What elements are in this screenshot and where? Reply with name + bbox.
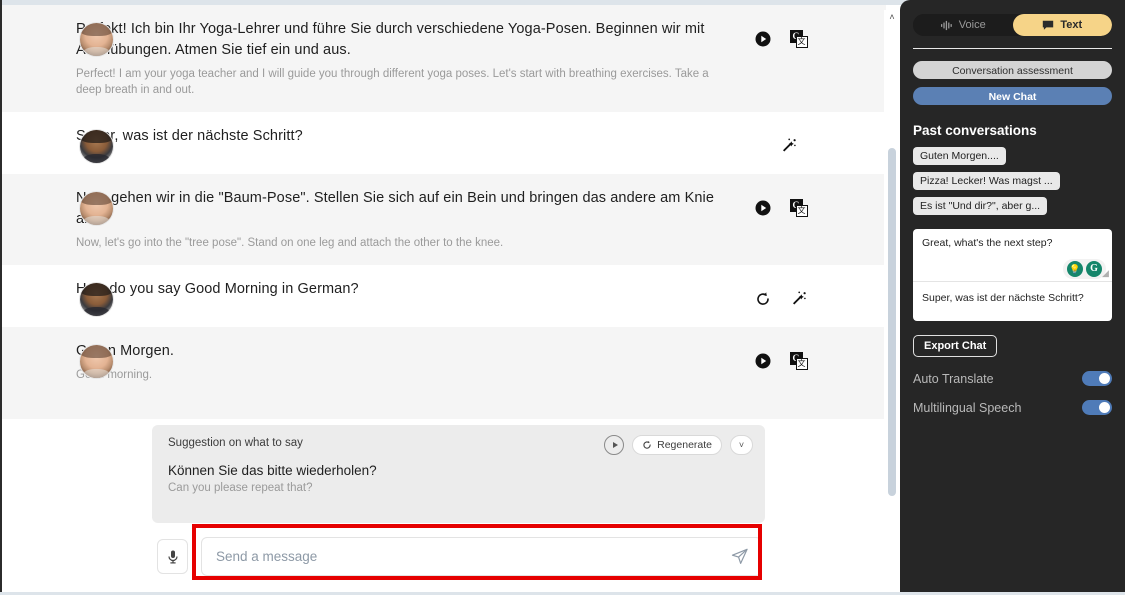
magic-wand-icon[interactable] [789, 289, 808, 308]
message-translation-text: Perfect! I am your yoga teacher and I wi… [76, 68, 709, 96]
send-icon[interactable] [730, 547, 749, 571]
list-item[interactable]: Pizza! Lecker! Was magst ... [913, 172, 1060, 190]
magic-wand-icon[interactable] [779, 136, 798, 155]
suggestion-primary-text: Können Sie das bitte wiederholen? [168, 463, 377, 478]
message-actions: G文 [753, 198, 808, 217]
tab-text[interactable]: Text [1012, 14, 1112, 36]
auto-translate-label: Auto Translate [913, 371, 994, 386]
multilingual-speech-row: Multilingual Speech [913, 400, 1112, 415]
conversation-assessment-button[interactable]: Conversation assessment [913, 61, 1112, 79]
message-input[interactable]: Send a message [201, 537, 762, 576]
sidebar-text-input-box: Great, what's the next step? 💡 G ◢ Super… [913, 229, 1112, 321]
assistant-avatar [80, 345, 113, 378]
resize-handle[interactable]: ◢ [1102, 269, 1110, 278]
play-icon[interactable] [753, 198, 772, 217]
message-composer: Send a message [157, 536, 762, 577]
tab-text-label: Text [1060, 19, 1083, 31]
suggestion-card: Suggestion on what to say Können Sie das… [152, 425, 765, 523]
sidebar-divider [913, 48, 1112, 49]
play-circle-icon[interactable] [604, 435, 625, 455]
sidebar-text-input[interactable]: Great, what's the next step? 💡 G ◢ [913, 229, 1112, 282]
microphone-icon[interactable] [157, 539, 188, 574]
assistant-avatar [80, 192, 113, 225]
past-conversations-list: Guten Morgen.... Pizza! Lecker! Was mags… [913, 146, 1112, 221]
new-chat-button[interactable]: New Chat [913, 87, 1112, 105]
auto-translate-toggle[interactable] [1082, 371, 1112, 386]
message-row: How do you say Good Morning in German? [2, 265, 886, 327]
message-row: Guten Morgen. Good morning. G文 [2, 327, 886, 419]
message-actions: G文 [753, 351, 808, 370]
app-window: Perfekt! Ich bin Ihr Yoga-Lehrer und füh… [0, 0, 1125, 595]
message-input-placeholder[interactable]: Send a message [216, 549, 317, 564]
translate-icon[interactable]: G文 [789, 29, 808, 48]
assistant-avatar [80, 23, 113, 56]
waveform-icon [940, 20, 953, 31]
translate-icon[interactable]: G文 [789, 351, 808, 370]
scroll-up-arrow-icon[interactable]: ˄ [887, 12, 897, 22]
chat-transcript: Perfekt! Ich bin Ihr Yoga-Lehrer und füh… [2, 5, 900, 590]
settings-sidebar: Voice Text Conversation assessment New C… [900, 0, 1125, 595]
message-list: Perfekt! Ich bin Ihr Yoga-Lehrer und füh… [2, 5, 886, 419]
suggestion-controls: Regenerate ˅ [604, 435, 753, 455]
auto-translate-row: Auto Translate [913, 371, 1112, 386]
list-item[interactable]: Guten Morgen.... [913, 147, 1006, 165]
grammarly-widget: 💡 G [1063, 259, 1106, 279]
past-conversations-heading: Past conversations [913, 123, 1037, 138]
refresh-icon [642, 440, 652, 450]
message-row: Nun, gehen wir in die "Baum-Pose". Stell… [2, 174, 886, 265]
message-primary-text: Nun, gehen wir in die "Baum-Pose". Stell… [76, 190, 715, 227]
message-body: Super, was ist der nächste Schritt? [76, 126, 886, 147]
export-chat-button[interactable]: Export Chat [913, 335, 998, 357]
chat-bubble-icon [1042, 20, 1054, 31]
message-translation-text: Good morning. [76, 369, 153, 381]
lightbulb-icon[interactable]: 💡 [1067, 261, 1083, 277]
message-translation-text: Now, let's go into the "tree pose". Stan… [76, 237, 504, 249]
suggestion-translation-text: Can you please repeat that? [168, 482, 313, 494]
message-actions [779, 136, 798, 155]
regenerate-button[interactable]: Regenerate [632, 435, 722, 455]
tab-voice-label: Voice [958, 19, 986, 31]
sidebar-text-input-value[interactable]: Great, what's the next step? [922, 237, 1052, 249]
scrollbar-thumb[interactable] [888, 148, 896, 496]
message-primary-text: Super, was ist der nächste Schritt? [76, 128, 303, 144]
user-avatar [80, 283, 113, 316]
translate-icon[interactable]: G文 [789, 198, 808, 217]
message-row: Super, was ist der nächste Schritt? [2, 112, 886, 174]
user-avatar [80, 130, 113, 163]
multilingual-speech-label: Multilingual Speech [913, 400, 1022, 415]
multilingual-speech-toggle[interactable] [1082, 400, 1112, 415]
list-item[interactable]: Es ist "Und dir?", aber g... [913, 197, 1048, 215]
message-primary-text: How do you say Good Morning in German? [76, 281, 359, 297]
play-icon[interactable] [753, 351, 772, 370]
message-actions: G文 [753, 29, 808, 48]
grammarly-g-icon[interactable]: G [1086, 261, 1102, 277]
chat-scrollbar[interactable]: ˄ [884, 10, 900, 590]
regenerate-icon[interactable] [753, 289, 772, 308]
play-icon[interactable] [753, 29, 772, 48]
mode-toggle: Voice Text [913, 14, 1112, 36]
message-actions [753, 289, 808, 308]
tab-voice[interactable]: Voice [913, 14, 1013, 36]
regenerate-label: Regenerate [657, 439, 712, 451]
chevron-down-icon[interactable]: ˅ [730, 435, 753, 455]
message-primary-text: Guten Morgen. [76, 343, 175, 359]
message-primary-text: Perfekt! Ich bin Ihr Yoga-Lehrer und füh… [76, 21, 705, 58]
message-row: Perfekt! Ich bin Ihr Yoga-Lehrer und füh… [2, 5, 886, 112]
sidebar-text-translation: Super, was ist der nächste Schritt? [922, 292, 1084, 304]
